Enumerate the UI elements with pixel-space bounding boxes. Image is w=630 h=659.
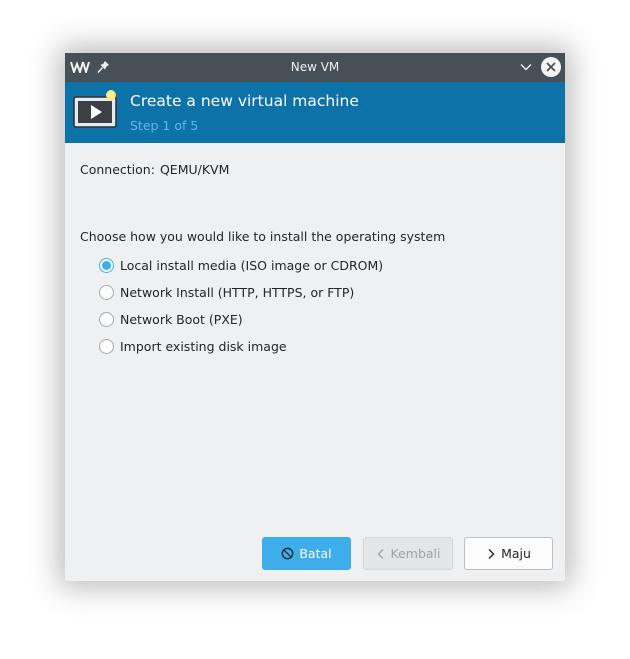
wizard-step: Step 1 of 5: [130, 118, 199, 133]
radio-import-disk[interactable]: Import existing disk image: [99, 337, 287, 355]
radio-button[interactable]: [99, 284, 114, 300]
wizard-title: Create a new virtual machine: [130, 92, 359, 110]
chevron-down-icon[interactable]: [519, 60, 533, 74]
connection-value: QEMU/KVM: [159, 162, 230, 177]
close-icon: [546, 62, 556, 72]
close-button[interactable]: [541, 57, 561, 77]
new-vm-dialog: New VM Create a new virtual machine Step…: [65, 53, 565, 581]
radio-button[interactable]: [99, 311, 114, 327]
back-label: Kembali: [390, 546, 441, 561]
vm-screen-icon: [73, 90, 117, 128]
titlebar[interactable]: New VM: [65, 53, 565, 82]
window-title: New VM: [290, 60, 340, 74]
radio-network-install[interactable]: Network Install (HTTP, HTTPS, or FTP): [99, 283, 354, 301]
cancel-label: Batal: [299, 546, 332, 561]
radio-button-checked[interactable]: [99, 257, 114, 273]
radio-label[interactable]: Import existing disk image: [120, 339, 287, 354]
install-method-prompt: Choose how you would like to install the…: [80, 229, 446, 244]
radio-label[interactable]: Local install media (ISO image or CDROM): [120, 258, 383, 273]
chevron-right-icon: [488, 548, 495, 559]
radio-local-media[interactable]: Local install media (ISO image or CDROM): [99, 256, 383, 274]
radio-network-boot[interactable]: Network Boot (PXE): [99, 310, 243, 328]
next-label: Maju: [501, 546, 531, 561]
chevron-left-icon: [377, 548, 383, 559]
radio-button[interactable]: [99, 338, 114, 354]
radio-label[interactable]: Network Install (HTTP, HTTPS, or FTP): [120, 285, 354, 300]
radio-label[interactable]: Network Boot (PXE): [120, 312, 243, 327]
next-button[interactable]: Maju: [464, 537, 553, 570]
cancel-icon: [282, 547, 294, 560]
wizard-header: Create a new virtual machine Step 1 of 5: [65, 82, 565, 143]
connection-label: Connection:: [80, 162, 155, 177]
connection-info: Connection: QEMU/KVM: [80, 162, 229, 177]
back-button[interactable]: Kembali: [363, 537, 453, 570]
cancel-button[interactable]: Batal: [262, 537, 351, 570]
